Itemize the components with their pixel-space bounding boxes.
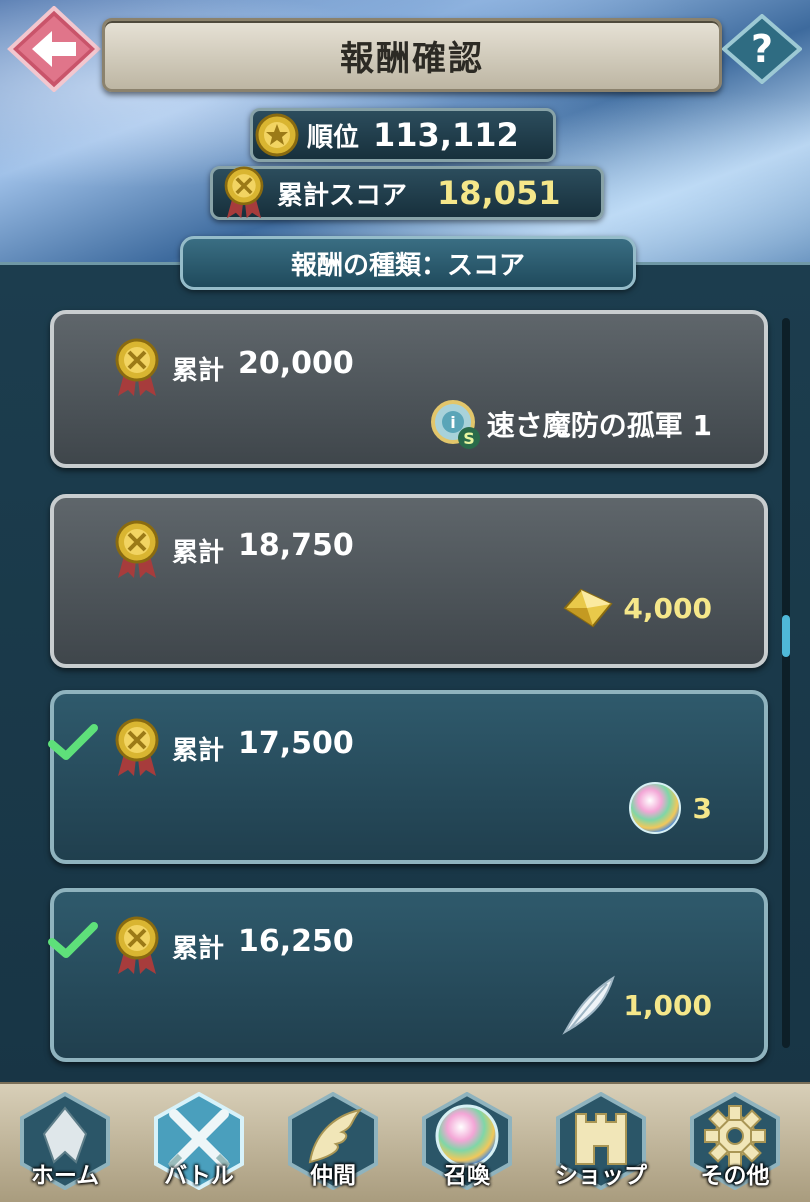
page-title: 報酬確認	[340, 38, 484, 79]
reward-label: 累計	[172, 934, 225, 964]
orb-icon	[628, 782, 681, 834]
svg-text:S: S	[463, 429, 475, 448]
reward-item: 1,000	[561, 974, 712, 1036]
reward-card: 累計 20,000 i S 速さ魔防の孤軍 1	[50, 310, 768, 468]
score-medal-icon	[115, 338, 159, 396]
rank-value: 113,112	[373, 116, 519, 154]
rank-label: 順位	[307, 122, 360, 153]
reward-threshold: 16,250	[238, 924, 354, 959]
reward-type-label: 報酬の種類：スコア	[290, 250, 525, 281]
reward-text: 4,000	[623, 591, 712, 625]
reward-threshold: 18,750	[238, 528, 354, 563]
score-medal-icon	[115, 520, 159, 578]
feather-icon	[562, 975, 616, 1035]
reward-item: 4,000	[559, 586, 712, 630]
reward-card: 累計 18,750 4,000	[50, 494, 768, 668]
score-medal-icon	[115, 718, 159, 776]
help-label: ?	[751, 27, 773, 71]
help-button[interactable]: ?	[720, 13, 804, 85]
bottom-nav: ホーム バトル 仲間 召喚 ショップ その他	[0, 1082, 810, 1202]
scrollbar-thumb[interactable]	[782, 615, 790, 657]
nav-other-label: その他	[700, 1163, 770, 1189]
hero-feather-crystal-icon	[563, 588, 614, 628]
reward-card: 累計 16,250 1,000	[50, 888, 768, 1062]
reward-card: 累計 17,500 3	[50, 690, 768, 864]
reward-item: i S 速さ魔防の孤軍 1	[429, 398, 712, 450]
reward-label: 累計	[172, 538, 225, 568]
reward-text: 1,000	[623, 988, 712, 1022]
nav-other[interactable]: その他	[676, 1092, 794, 1200]
claimed-check-icon	[48, 922, 98, 958]
back-button[interactable]	[6, 5, 102, 93]
nav-allies[interactable]: 仲間	[274, 1092, 392, 1200]
nav-shop-label: ショップ	[555, 1163, 647, 1189]
reward-item: 3	[627, 780, 712, 836]
score-medal-icon	[115, 916, 159, 974]
reward-type-tab[interactable]: 報酬の種類：スコア	[180, 236, 636, 290]
reward-threshold: 17,500	[238, 726, 354, 761]
score-label: 累計スコア	[277, 180, 408, 211]
nav-shop[interactable]: ショップ	[542, 1092, 660, 1200]
rank-display: 順位 113,112	[250, 108, 556, 162]
claimed-check-icon	[48, 724, 98, 760]
reward-label: 累計	[172, 736, 225, 766]
nav-battle-label: バトル	[164, 1163, 234, 1189]
reward-threshold: 20,000	[238, 346, 354, 381]
score-medal-icon	[224, 166, 264, 219]
nav-summon-label: 召喚	[444, 1163, 490, 1189]
rank-medal-icon	[255, 113, 299, 157]
reward-text: 速さ魔防の孤軍 1	[486, 409, 712, 442]
reward-text: 3	[692, 791, 712, 825]
score-value: 18,051	[437, 174, 561, 212]
nav-battle[interactable]: バトル	[140, 1092, 258, 1200]
scrollbar-track[interactable]	[782, 318, 790, 1048]
reward-label: 累計	[172, 356, 225, 386]
score-display: 累計スコア 18,051	[210, 166, 604, 220]
svg-text:i: i	[450, 413, 455, 432]
nav-home-label: ホーム	[30, 1163, 100, 1189]
nav-allies-label: 仲間	[310, 1163, 356, 1189]
title-bar: 報酬確認	[102, 18, 722, 92]
back-arrow-icon	[7, 5, 101, 93]
help-icon: ?	[720, 13, 804, 85]
nav-summon[interactable]: 召喚	[408, 1092, 526, 1200]
nav-home[interactable]: ホーム	[6, 1092, 124, 1200]
skill-scroll-icon: i S	[430, 400, 480, 449]
